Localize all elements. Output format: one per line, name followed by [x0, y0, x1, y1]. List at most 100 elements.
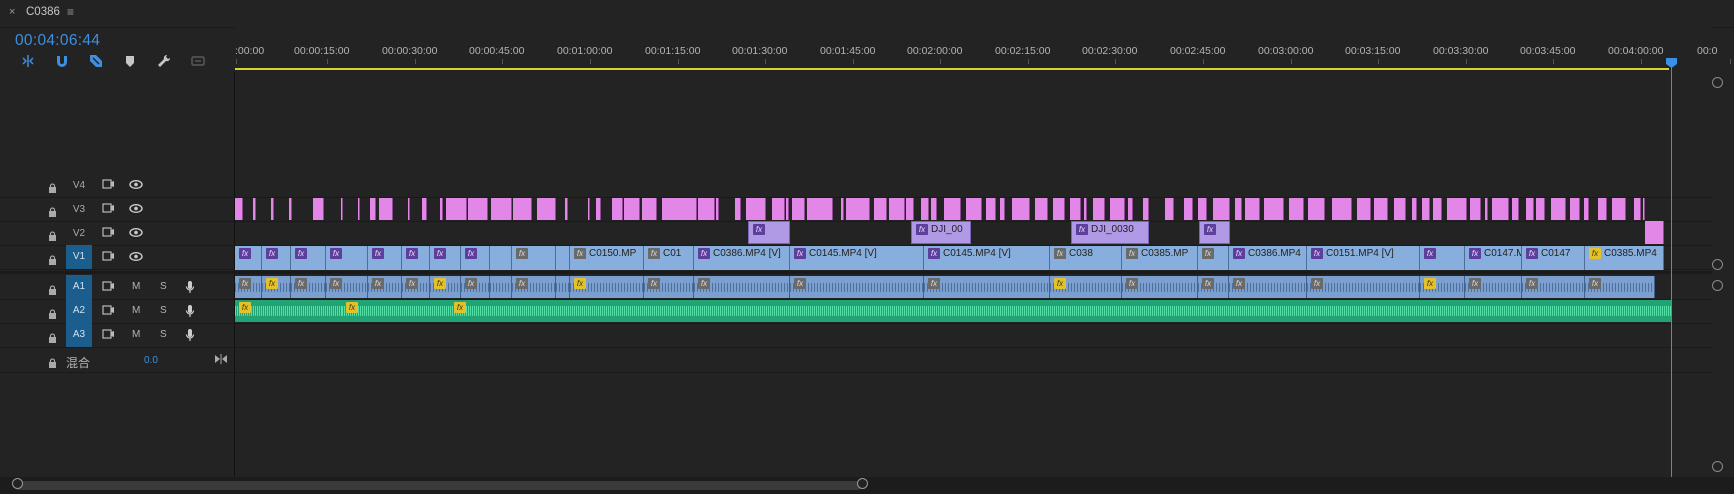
- v3-clip[interactable]: [1394, 198, 1406, 220]
- v3-clip[interactable]: [1110, 198, 1125, 220]
- a1-clip[interactable]: fx: [790, 276, 924, 298]
- v3-clip[interactable]: [642, 198, 657, 220]
- v3-clip[interactable]: [1264, 198, 1284, 220]
- v3-clip[interactable]: [841, 198, 844, 220]
- v3-clip[interactable]: [1084, 198, 1087, 220]
- a1-clip[interactable]: [490, 276, 512, 298]
- a1-clip[interactable]: fx: [1420, 276, 1465, 298]
- v3-clip[interactable]: [1584, 198, 1589, 220]
- v1-clip[interactable]: fx: [326, 246, 368, 270]
- v3-clip[interactable]: [906, 198, 914, 220]
- v1-clip[interactable]: [556, 246, 570, 270]
- v3-clip[interactable]: [1536, 198, 1545, 220]
- a1-clip[interactable]: fx: [1522, 276, 1585, 298]
- v3-clip[interactable]: [513, 198, 532, 220]
- a2-clip[interactable]: fx: [450, 300, 1671, 322]
- v3-clip[interactable]: [1289, 198, 1304, 220]
- toggle-sync-lock-icon[interactable]: [102, 281, 114, 294]
- v3-clip[interactable]: [944, 198, 961, 220]
- v1-clip[interactable]: fx: [235, 246, 262, 270]
- v3-clip[interactable]: [874, 198, 887, 220]
- playhead-line[interactable]: [1671, 60, 1672, 477]
- track-name-v1[interactable]: V1: [66, 245, 92, 269]
- v3-clip[interactable]: [440, 198, 443, 220]
- v3-clip[interactable]: [1128, 198, 1133, 220]
- v3-clip[interactable]: [1235, 198, 1242, 220]
- snap-magnet-icon[interactable]: [54, 53, 70, 69]
- v3-clip[interactable]: [446, 198, 467, 220]
- v3-clip[interactable]: [931, 198, 937, 220]
- track-lock-icon[interactable]: [48, 306, 57, 319]
- marker-icon[interactable]: [122, 53, 138, 69]
- v1-clip[interactable]: fx C0386.MP4: [1229, 246, 1307, 270]
- track-name-a1[interactable]: A1: [66, 275, 92, 299]
- track-name-a2[interactable]: A2: [66, 299, 92, 323]
- a1-clip[interactable]: fx: [1050, 276, 1122, 298]
- audio-scroll-top-knob[interactable]: [1712, 280, 1723, 291]
- track-name-v4[interactable]: V4: [66, 180, 92, 191]
- v2-clip[interactable]: fx: [1199, 221, 1230, 244]
- v1-clip[interactable]: fx C0147: [1522, 246, 1585, 270]
- v2-clip[interactable]: fx: [748, 221, 790, 244]
- track-lock-icon[interactable]: [48, 330, 57, 343]
- v3-clip[interactable]: [468, 198, 488, 220]
- v3-clip[interactable]: [698, 198, 715, 220]
- v1-clip[interactable]: fx: [368, 246, 402, 270]
- track-lock-icon[interactable]: [48, 282, 57, 295]
- a1-clip[interactable]: fx: [1122, 276, 1198, 298]
- playhead-timecode[interactable]: 00:04:06:44: [15, 32, 100, 50]
- v3-clip[interactable]: [889, 198, 905, 220]
- v3-clip[interactable]: [1643, 198, 1645, 220]
- v2-clip[interactable]: [1645, 221, 1664, 244]
- v3-clip[interactable]: [1000, 198, 1005, 220]
- a1-clip[interactable]: fx: [570, 276, 644, 298]
- a1-clip[interactable]: fx: [924, 276, 1050, 298]
- a1-clip[interactable]: fx: [235, 276, 262, 298]
- video-audio-divider[interactable]: [0, 271, 1712, 274]
- a1-clip[interactable]: fx: [368, 276, 402, 298]
- v1-clip[interactable]: fx C038: [1050, 246, 1122, 270]
- wrench-icon[interactable]: [156, 53, 172, 69]
- v3-clip[interactable]: [235, 198, 243, 220]
- panel-menu-icon[interactable]: ≡: [67, 5, 74, 19]
- toggle-sync-lock-icon[interactable]: [102, 203, 114, 216]
- a2-clip[interactable]: fx: [235, 300, 342, 322]
- v3-clip[interactable]: [792, 198, 805, 220]
- a1-clip[interactable]: fx: [1465, 276, 1522, 298]
- v3-clip[interactable]: [772, 198, 785, 220]
- v1-clip[interactable]: fx: [1198, 246, 1229, 270]
- track-lock-icon[interactable]: [48, 204, 57, 217]
- microphone-icon[interactable]: [185, 304, 195, 321]
- horizontal-scroll-thumb[interactable]: [14, 481, 862, 490]
- v1-clip[interactable]: fx: [461, 246, 490, 270]
- v3-clip[interactable]: [807, 198, 833, 220]
- toggle-sync-lock-icon[interactable]: [102, 305, 114, 318]
- v3-clip[interactable]: [1012, 198, 1030, 220]
- v3-clip[interactable]: [986, 198, 996, 220]
- v1-clip[interactable]: fx C0151.MP4 [V]: [1307, 246, 1420, 270]
- a2-clip[interactable]: fx: [342, 300, 450, 322]
- v1-clip[interactable]: fx: [291, 246, 326, 270]
- a1-clip[interactable]: fx: [1198, 276, 1229, 298]
- a1-clip[interactable]: fx: [1229, 276, 1307, 298]
- v3-clip[interactable]: [1093, 198, 1105, 220]
- v3-clip[interactable]: [537, 198, 556, 220]
- a1-clip[interactable]: fx: [1307, 276, 1420, 298]
- v3-clip[interactable]: [1245, 198, 1260, 220]
- v3-clip[interactable]: [1598, 198, 1607, 220]
- a1-clip[interactable]: fx: [1585, 276, 1655, 298]
- close-tab-icon[interactable]: ×: [9, 6, 15, 18]
- v3-clip[interactable]: [1612, 198, 1626, 220]
- v3-clip[interactable]: [1184, 198, 1193, 220]
- v1-clip[interactable]: fx C0385.MP: [1122, 246, 1198, 270]
- solo-button[interactable]: S: [160, 281, 167, 292]
- v1-clip[interactable]: fx: [402, 246, 430, 270]
- v3-clip[interactable]: [1213, 198, 1230, 220]
- sequence-tab-title[interactable]: C0386: [26, 6, 60, 18]
- v3-clip[interactable]: [1512, 198, 1519, 220]
- v1-clip[interactable]: fx: [430, 246, 461, 270]
- v3-clip[interactable]: [921, 198, 929, 220]
- v2-clip[interactable]: fx DJI_0030: [1071, 221, 1149, 244]
- v3-clip[interactable]: [1492, 198, 1509, 220]
- v3-clip[interactable]: [1412, 198, 1417, 220]
